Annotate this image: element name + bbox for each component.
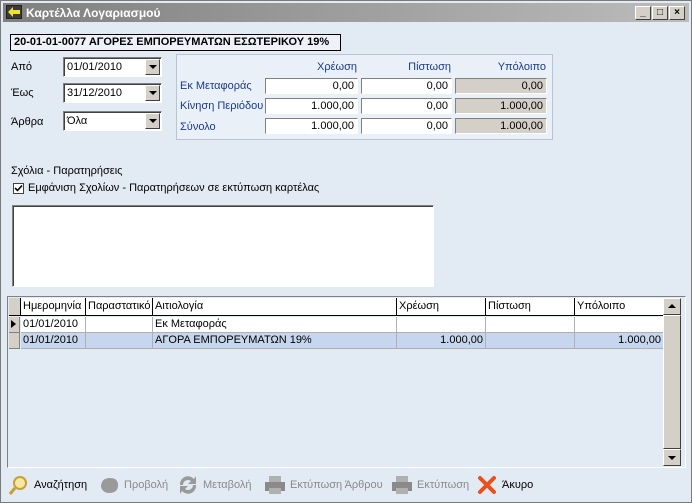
- cell-debit[interactable]: [397, 317, 486, 333]
- printer-icon: [390, 473, 414, 497]
- summary-period-credit: 0,00: [361, 98, 452, 114]
- summary-label-total: Σύνολο: [180, 121, 216, 133]
- column-header-credit[interactable]: Πίστωση: [486, 298, 575, 316]
- account-card-window: Καρτέλλα Λογαριασμού _ □ × 20-01-01-0077…: [0, 0, 692, 503]
- scroll-up-button[interactable]: [663, 298, 681, 315]
- search-label: Αναζήτηση: [34, 479, 88, 491]
- printer-icon: [263, 473, 287, 497]
- from-date-value: 01/01/2010: [67, 61, 123, 73]
- refresh-icon: [176, 473, 200, 497]
- comments-textarea[interactable]: [12, 205, 434, 287]
- print-label: Εκτύπωση: [417, 479, 470, 491]
- cell-balance[interactable]: [575, 317, 664, 333]
- scroll-thumb[interactable]: [663, 315, 681, 449]
- column-header-debit[interactable]: Χρέωση: [397, 298, 486, 316]
- from-label: Από: [11, 61, 33, 73]
- summary-period-debit: 1.000,00: [265, 98, 358, 114]
- search-icon: [7, 473, 31, 497]
- entries-grid: Ημερομηνία Παραστατικό Αιτιολογία Χρέωση…: [7, 296, 686, 468]
- cell-document[interactable]: [86, 317, 153, 333]
- entries-label: Άρθρα: [11, 116, 44, 128]
- cell-credit[interactable]: [486, 317, 575, 333]
- comments-section-label: Σχόλια - Παρατηρήσεις: [11, 165, 123, 177]
- chevron-down-icon[interactable]: [145, 113, 160, 129]
- summary-panel: Χρέωση Πίστωση Υπόλοιπο Εκ Μεταφοράς 0,0…: [176, 54, 553, 140]
- to-label: Έως: [11, 87, 34, 99]
- summary-label-carried: Εκ Μεταφοράς: [180, 80, 252, 92]
- view-label: Προβολή: [124, 479, 169, 491]
- cancel-label: Άκυρο: [502, 479, 534, 491]
- edit-label: Μεταβολή: [203, 479, 252, 491]
- print-button[interactable]: Εκτύπωση: [390, 472, 469, 498]
- view-icon: [97, 473, 121, 497]
- cell-debit[interactable]: 1.000,00: [397, 333, 486, 349]
- to-date-combo[interactable]: 31/12/2010: [63, 83, 162, 103]
- from-date-combo[interactable]: 01/01/2010: [63, 57, 162, 77]
- cell-balance[interactable]: 1.000,00: [575, 333, 664, 349]
- grid-vertical-scrollbar[interactable]: [663, 298, 681, 466]
- summary-header-debit: Χρέωση: [317, 61, 357, 73]
- title-bar[interactable]: Καρτέλλα Λογαριασμού _ □ ×: [3, 3, 689, 22]
- summary-header-credit: Πίστωση: [408, 61, 451, 73]
- cell-date[interactable]: 01/01/2010: [21, 333, 86, 349]
- column-header-reason[interactable]: Αιτιολογία: [153, 298, 397, 316]
- cell-credit[interactable]: [486, 333, 575, 349]
- print-entry-button[interactable]: Εκτύπωση Άρθρου: [263, 472, 383, 498]
- summary-total-debit: 1.000,00: [265, 118, 358, 134]
- summary-carried-credit: 0,00: [361, 78, 452, 94]
- print-comments-label[interactable]: Εμφάνιση Σχολίων - Παρατηρήσεων σε εκτύπ…: [28, 182, 319, 194]
- print-entry-label: Εκτύπωση Άρθρου: [290, 479, 383, 491]
- summary-label-period: Κίνηση Περιόδου: [180, 100, 264, 112]
- chevron-down-icon[interactable]: [145, 85, 160, 101]
- column-header-balance[interactable]: Υπόλοιπο: [575, 298, 664, 316]
- current-row-indicator-icon: [9, 317, 20, 333]
- checkmark-icon: [14, 184, 23, 192]
- summary-period-balance: 1.000,00: [455, 98, 547, 114]
- close-icon: [475, 473, 499, 497]
- close-button[interactable]: ×: [669, 6, 685, 20]
- summary-carried-debit: 0,00: [265, 78, 358, 94]
- column-header-document[interactable]: Παραστατικό: [86, 298, 153, 316]
- edit-button[interactable]: Μεταβολή: [176, 472, 251, 498]
- print-comments-checkbox[interactable]: [13, 183, 24, 194]
- summary-carried-balance: 0,00: [455, 78, 547, 94]
- view-button[interactable]: Προβολή: [97, 472, 168, 498]
- window-title: Καρτέλλα Λογαριασμού: [26, 6, 161, 20]
- cell-reason[interactable]: Εκ Μεταφοράς: [153, 317, 397, 333]
- cell-reason[interactable]: ΑΓΟΡΑ ΕΜΠΟΡΕΥΜΑΤΩΝ 19%: [153, 333, 397, 349]
- summary-header-balance: Υπόλοιπο: [497, 61, 546, 73]
- to-date-value: 31/12/2010: [67, 87, 123, 99]
- maximize-button[interactable]: □: [652, 6, 668, 20]
- account-title: 20-01-01-0077 ΑΓΟΡΕΣ ΕΜΠΟΡΕΥΜΑΤΩΝ ΕΣΩΤΕΡ…: [10, 34, 341, 51]
- scroll-down-button[interactable]: [663, 449, 681, 466]
- row-indicator: [9, 333, 20, 349]
- cell-date[interactable]: 01/01/2010: [21, 317, 86, 333]
- chevron-down-icon[interactable]: [145, 59, 160, 75]
- search-button[interactable]: Αναζήτηση: [7, 472, 87, 498]
- entries-value: Όλα: [67, 115, 88, 127]
- bottom-toolbar: Αναζήτηση Προβολή Μεταβολή Εκτύπωση Άρθρ…: [1, 469, 691, 502]
- entries-combo[interactable]: Όλα: [63, 111, 162, 131]
- summary-total-balance: 1.000,00: [455, 118, 547, 134]
- grid-corner: [9, 298, 21, 316]
- column-header-date[interactable]: Ημερομηνία: [21, 298, 86, 316]
- back-arrow-icon: [6, 5, 22, 19]
- summary-total-credit: 0,00: [361, 118, 452, 134]
- cancel-button[interactable]: Άκυρο: [475, 472, 533, 498]
- cell-document[interactable]: [86, 333, 153, 349]
- minimize-button[interactable]: _: [635, 6, 651, 20]
